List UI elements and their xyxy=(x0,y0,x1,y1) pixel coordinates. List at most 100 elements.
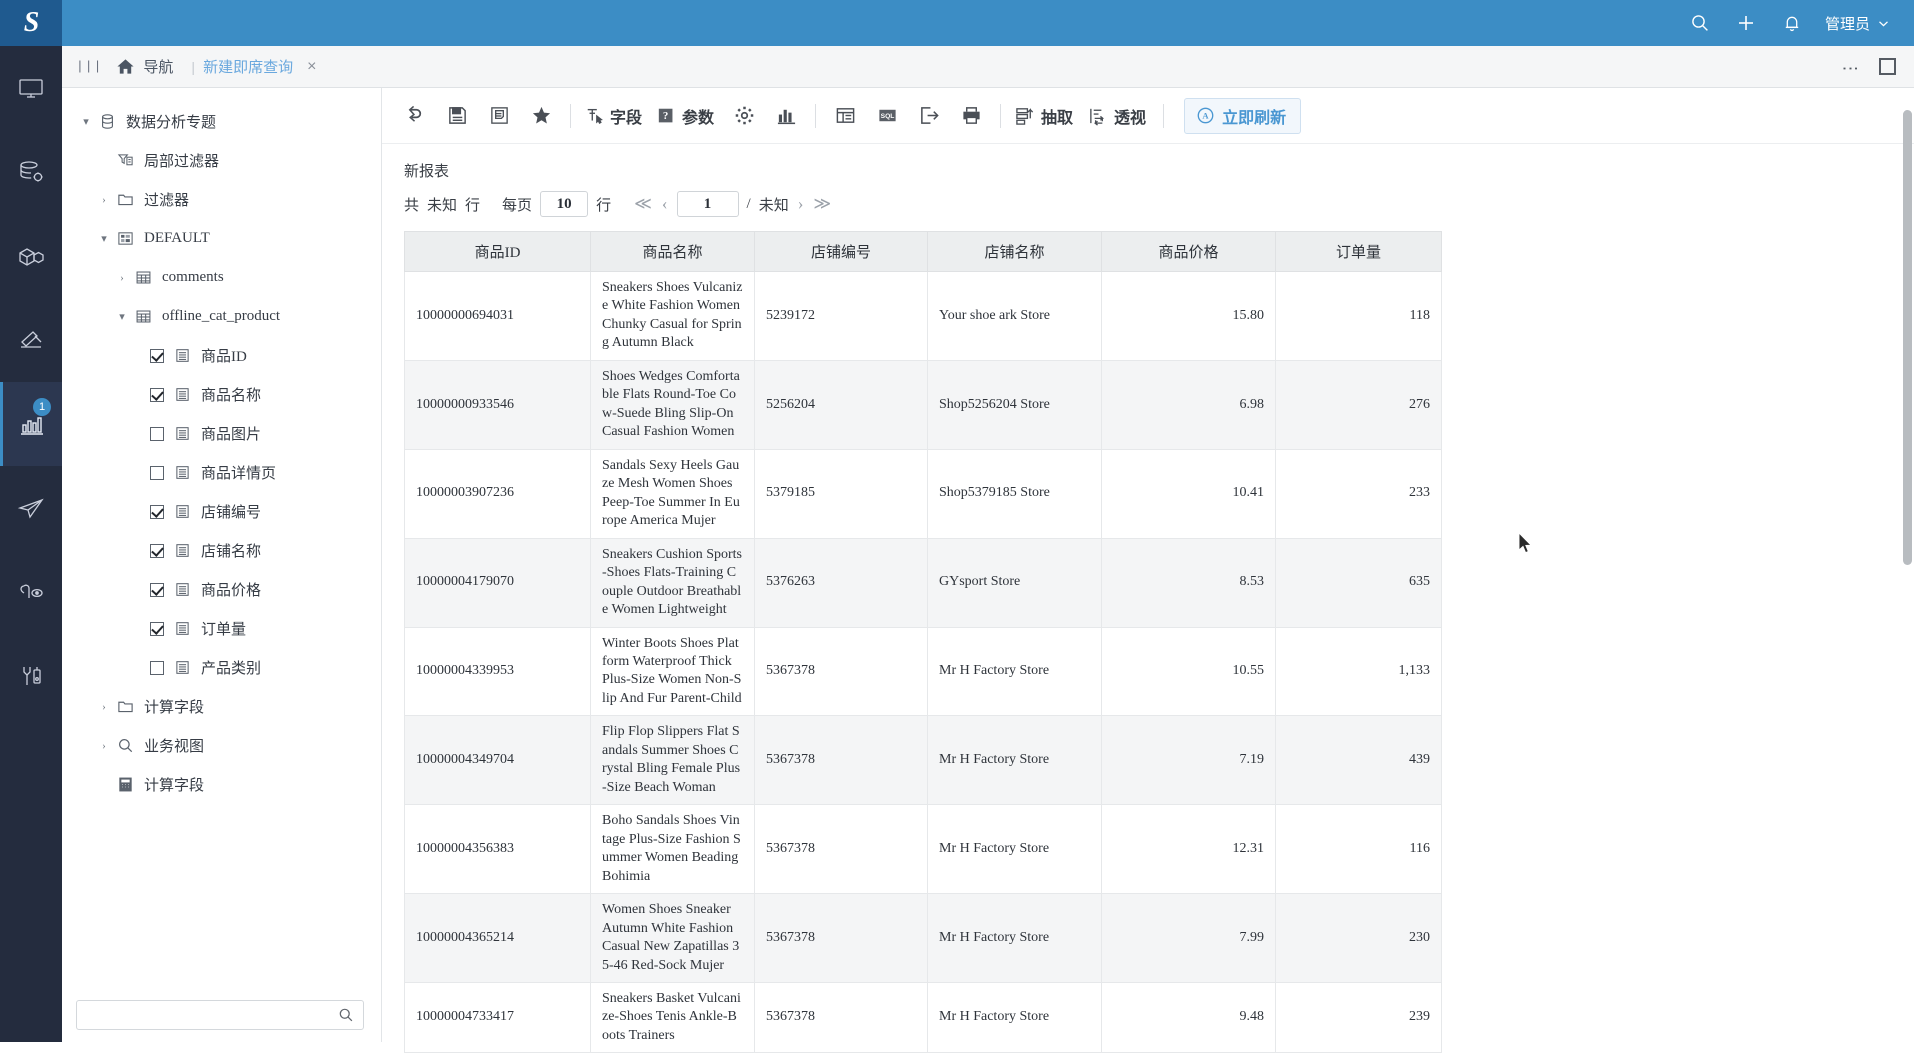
favorite-star-icon[interactable] xyxy=(520,96,562,136)
undo-redo-icon[interactable] xyxy=(394,96,436,136)
more-options-icon[interactable]: ⋮ xyxy=(1841,60,1860,74)
tree-node[interactable]: 商品价格 xyxy=(62,570,381,609)
export-icon[interactable] xyxy=(908,96,950,136)
table-row[interactable]: 10000004733417 Sneakers Basket Vulcanize-… xyxy=(404,981,1442,1053)
tree-node[interactable]: ▾ offline_cat_product xyxy=(62,297,381,336)
tree-node[interactable]: ▾ 数据分析专题 xyxy=(62,102,381,141)
table-cell-id: 10000004339953 xyxy=(404,626,591,717)
tree-node-checkbox[interactable] xyxy=(150,387,164,402)
refresh-now-button[interactable]: A 立即刷新 xyxy=(1184,97,1302,134)
tree-node[interactable]: 商品图片 xyxy=(62,414,381,453)
table-column-header[interactable]: 商品价格 xyxy=(1101,231,1276,272)
bell-icon[interactable] xyxy=(1769,0,1815,46)
tree-node[interactable]: › 计算字段 xyxy=(62,687,381,726)
user-label: 管理员 xyxy=(1824,15,1870,33)
layout-icon[interactable] xyxy=(824,96,866,136)
save-as-icon[interactable] xyxy=(478,96,520,136)
table-cell-shop-name: GYsport Store xyxy=(927,537,1102,628)
tab-new-adhoc-query[interactable]: 新建即席查询 × xyxy=(203,56,316,77)
search-icon[interactable] xyxy=(338,1007,363,1023)
search-icon[interactable] xyxy=(1677,0,1723,46)
table-row[interactable]: 10000004365214 Women Shoes Sneaker Autumn… xyxy=(404,893,1442,983)
tree-node-checkbox[interactable] xyxy=(150,543,164,558)
chevron-right-icon[interactable]: › xyxy=(94,194,114,206)
rail-item-share[interactable] xyxy=(0,550,62,634)
table-column-header[interactable]: 商品ID xyxy=(404,231,591,272)
extract-button[interactable]: 抽取 xyxy=(1009,96,1082,136)
page-number-input[interactable] xyxy=(676,191,739,217)
close-icon[interactable]: × xyxy=(307,58,316,76)
maximize-icon[interactable] xyxy=(1879,58,1896,75)
table-cell-price: 10.41 xyxy=(1101,448,1276,539)
tree-node[interactable]: 商品名称 xyxy=(62,375,381,414)
chart-icon[interactable] xyxy=(765,96,807,136)
table-column-header[interactable]: 商品名称 xyxy=(590,231,755,272)
last-page-icon[interactable]: ≫ xyxy=(812,194,832,214)
table-row[interactable]: 10000004179070 Sneakers Cushion Sports-Sh… xyxy=(404,537,1442,628)
rail-item-analytics[interactable]: 1 xyxy=(0,382,62,466)
tree-node[interactable]: ▾ DEFAULT xyxy=(62,219,381,258)
tree-node[interactable]: 商品ID xyxy=(62,336,381,375)
tree-search-box[interactable] xyxy=(76,1000,364,1030)
parameter-button[interactable]: ? 参数 xyxy=(651,96,723,136)
field-button[interactable]: 字段 xyxy=(579,96,651,136)
table-row[interactable]: 10000004356383 Boho Sandals Shoes Vintage… xyxy=(404,804,1442,895)
table-column-header[interactable]: 店铺名称 xyxy=(927,231,1102,272)
user-menu[interactable]: 管理员 xyxy=(1815,0,1896,46)
tree-node[interactable]: 商品详情页 xyxy=(62,453,381,492)
tree-node[interactable]: › comments xyxy=(62,258,381,297)
table-column-header[interactable]: 订单量 xyxy=(1275,231,1442,272)
tree-node[interactable]: 订单量 xyxy=(62,609,381,648)
settings-gear-icon[interactable] xyxy=(723,96,765,136)
rail-item-database[interactable] xyxy=(0,130,62,214)
schema-icon xyxy=(114,230,136,247)
tree-node[interactable]: 计算字段 xyxy=(62,765,381,804)
rail-item-hammer[interactable] xyxy=(0,298,62,382)
table-row[interactable]: 10000000933546 Shoes Wedges Comfortable F… xyxy=(404,359,1442,450)
tree-node[interactable]: 店铺编号 xyxy=(62,492,381,531)
tree-node[interactable]: 产品类别 xyxy=(62,648,381,687)
print-icon[interactable] xyxy=(950,96,992,136)
table-row[interactable]: 10000000694031 Sneakers Shoes Vulcanize W… xyxy=(404,271,1442,361)
tree-node-checkbox[interactable] xyxy=(150,621,164,636)
breadcrumb-home[interactable]: 导航 xyxy=(116,56,183,77)
chevron-down-icon[interactable]: ▾ xyxy=(112,310,132,323)
sidebar-toggle-icon[interactable]: ||| xyxy=(62,59,116,74)
refresh-now-label: 立即刷新 xyxy=(1222,109,1287,127)
tree-node-checkbox[interactable] xyxy=(150,348,164,363)
pivot-button[interactable]: 透视 xyxy=(1082,96,1155,136)
tree-node-checkbox[interactable] xyxy=(150,465,164,480)
chevron-right-icon[interactable]: › xyxy=(112,272,132,284)
tree-node[interactable]: 店铺名称 xyxy=(62,531,381,570)
next-page-icon[interactable]: › xyxy=(797,194,805,214)
rail-item-monitor[interactable] xyxy=(0,46,62,130)
rail-item-tools[interactable] xyxy=(0,634,62,718)
table-column-header[interactable]: 店铺编号 xyxy=(754,231,928,272)
tree-node-checkbox[interactable] xyxy=(150,660,164,675)
table-row[interactable]: 10000004339953 Winter Boots Shoes Platfor… xyxy=(404,626,1442,717)
chevron-right-icon[interactable]: › xyxy=(94,701,114,713)
tree-search-input[interactable] xyxy=(77,1001,338,1029)
tree-node[interactable]: › 过滤器 xyxy=(62,180,381,219)
vertical-scrollbar[interactable] xyxy=(1903,110,1912,565)
tree-node-checkbox[interactable] xyxy=(150,504,164,519)
table-row[interactable]: 10000004349704 Flip Flop Slippers Flat Sa… xyxy=(404,715,1442,806)
tree-node[interactable]: 局部过滤器 xyxy=(62,141,381,180)
first-page-icon[interactable]: ≪ xyxy=(633,194,653,214)
rail-item-send[interactable] xyxy=(0,466,62,550)
tree-node-checkbox[interactable] xyxy=(150,582,164,597)
table-row[interactable]: 10000003907236 Sandals Sexy Heels Gauze M… xyxy=(404,448,1442,539)
rail-item-cubes[interactable] xyxy=(0,214,62,298)
tree-node[interactable]: › 业务视图 xyxy=(62,726,381,765)
field-icon xyxy=(171,504,193,519)
chevron-down-icon[interactable]: ▾ xyxy=(94,232,114,245)
chevron-right-icon[interactable]: › xyxy=(94,740,114,752)
save-icon[interactable] xyxy=(436,96,478,136)
per-page-input[interactable] xyxy=(540,191,589,217)
sql-icon[interactable]: SQL xyxy=(866,96,908,136)
prev-page-icon[interactable]: ‹ xyxy=(661,194,669,214)
chevron-down-icon[interactable]: ▾ xyxy=(76,115,96,128)
app-logo[interactable]: S xyxy=(0,0,62,46)
plus-icon[interactable] xyxy=(1723,0,1769,46)
tree-node-checkbox[interactable] xyxy=(150,426,164,441)
